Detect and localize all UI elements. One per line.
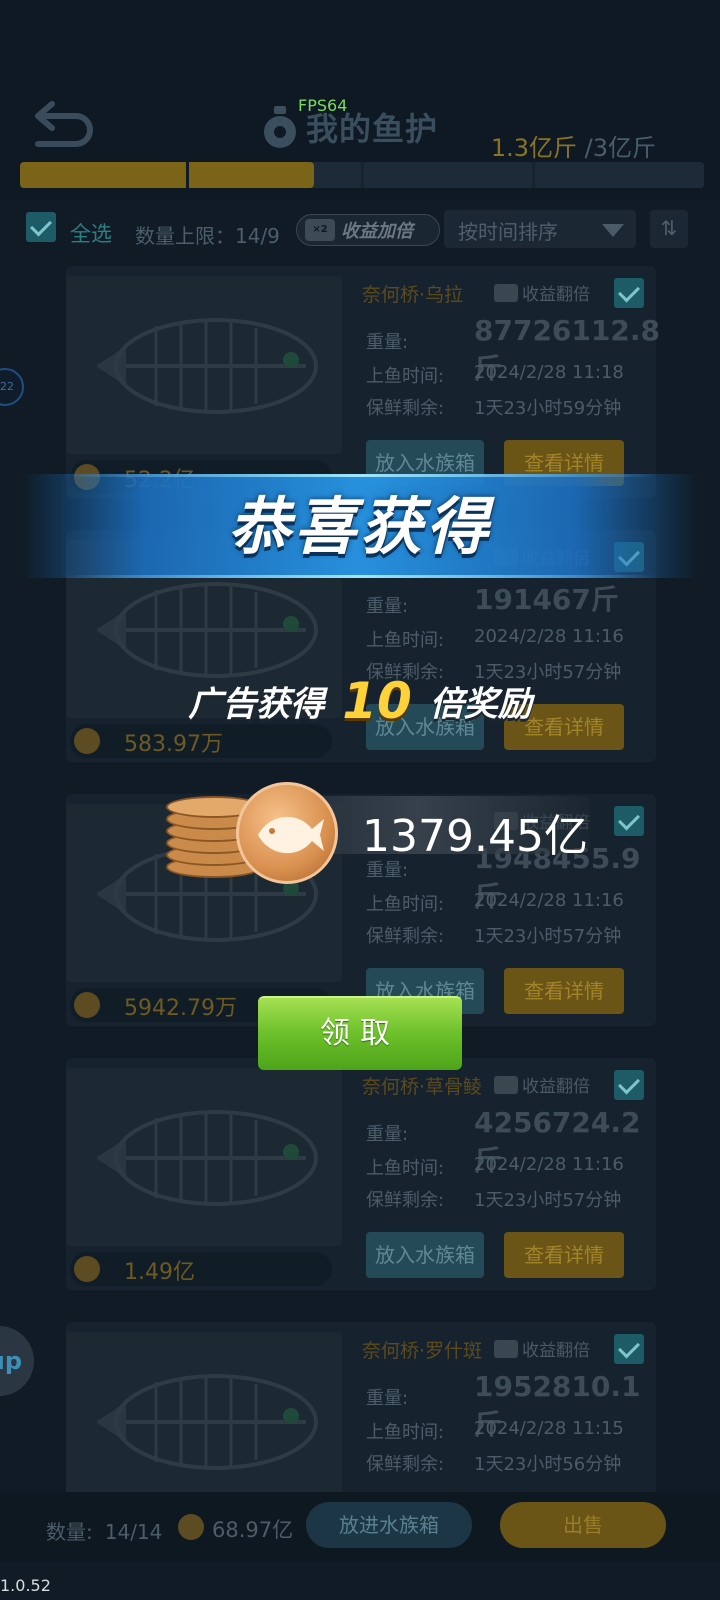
fish-catch-time: 2024/2/28 11:16	[474, 890, 624, 911]
sort-order-toggle[interactable]: ⇅	[650, 210, 688, 248]
chevron-down-icon	[602, 224, 624, 237]
coin-icon	[74, 728, 100, 754]
weight-label: 重量:	[366, 596, 409, 617]
fish-catch-time: 2024/2/28 11:15	[474, 1418, 624, 1439]
count-label: 数量:	[46, 1520, 93, 1544]
fish-catch-time: 2024/2/28 11:16	[474, 1154, 624, 1175]
freshness-label: 保鲜剩余:	[366, 1454, 445, 1475]
fish-card[interactable]: 52.2亿奈何桥·乌拉收益翻倍重量:87726112.8斤上鱼时间:2024/2…	[66, 266, 660, 498]
fish-skeleton-icon	[96, 318, 318, 414]
catch-time-label: 上鱼时间:	[366, 894, 445, 915]
catch-time-label: 上鱼时间:	[366, 630, 445, 651]
coin-icon	[178, 1514, 204, 1540]
bottom-bar: 数量: 14/14 68.97亿 放进水族箱 出售	[0, 1492, 720, 1562]
coin-icon	[74, 1256, 100, 1282]
side-level-badge[interactable]: 22	[0, 368, 24, 406]
coin-icon	[74, 992, 100, 1018]
fish-weight: 191467斤	[474, 583, 619, 616]
fish-name: 奈何桥·乌拉	[362, 284, 464, 306]
fish-name: 奈何桥·罗什斑	[362, 1340, 483, 1362]
fish-price-value: 583.97万	[124, 732, 223, 757]
freshness-label: 保鲜剩余:	[366, 926, 445, 947]
fish-thumbnail[interactable]	[66, 1068, 342, 1246]
fish-select-checkbox[interactable]	[614, 806, 644, 836]
freshness-label: 保鲜剩余:	[366, 398, 445, 419]
fish-thumbnail[interactable]	[66, 276, 342, 454]
version-label: 1.0.52	[0, 1576, 51, 1595]
fish-freshness: 1天23小时56分钟	[474, 1454, 622, 1475]
claim-button[interactable]: 领取	[258, 996, 462, 1070]
fish-select-checkbox[interactable]	[614, 1334, 644, 1364]
sort-dropdown-label: 按时间排序	[458, 220, 558, 244]
double-income-label: 收益翻倍	[522, 285, 590, 305]
double-income-label: 收益翻倍	[522, 1341, 590, 1361]
fish-catch-time: 2024/2/28 11:18	[474, 362, 624, 383]
reward-title: 恭喜获得	[227, 490, 492, 563]
reward-amount: 1379.45亿	[362, 811, 588, 862]
weight-label: 重量:	[366, 1124, 409, 1145]
income-boost-button[interactable]: ×2 收益加倍	[296, 214, 440, 246]
fish-bag-screen: 我的鱼护 FPS64 1.3亿斤 /3亿斤 全选 数量上限：14/9 ×2 收益…	[0, 0, 720, 1600]
fish-net-bag-icon	[264, 106, 296, 148]
fish-price-value: 5942.79万	[124, 996, 237, 1021]
fish-price: 1.49亿	[70, 1252, 332, 1286]
select-all-label[interactable]: 全选	[70, 218, 112, 248]
side-up-button[interactable]: up	[0, 1326, 34, 1396]
capacity-readout: 1.3亿斤 /3亿斤	[491, 128, 656, 163]
total-value: 68.97亿	[212, 1518, 294, 1542]
view-details-button[interactable]: 查看详情	[504, 1232, 624, 1278]
capacity-progress-fill	[20, 162, 315, 188]
to-aquarium-button[interactable]: 放入水族箱	[366, 1232, 484, 1278]
page-title-group: 我的鱼护	[262, 104, 438, 150]
weight-label: 重量:	[366, 1388, 409, 1409]
sort-dropdown[interactable]: 按时间排序	[444, 210, 636, 248]
double-coin-icon	[494, 283, 518, 302]
capacity-total: /3亿斤	[584, 134, 656, 162]
weight-label: 重量:	[366, 332, 409, 353]
fps-counter: FPS64	[298, 96, 348, 115]
capacity-current: 1.3亿斤	[490, 134, 577, 162]
double-coin-icon	[494, 1339, 518, 1358]
fish-freshness: 1天23小时57分钟	[474, 926, 622, 947]
put-in-aquarium-button[interactable]: 放进水族箱	[306, 1502, 472, 1548]
fish-skeleton-icon	[96, 1110, 318, 1206]
fish-coin-icon	[236, 782, 338, 884]
capacity-progress-bar	[20, 162, 704, 188]
fish-select-checkbox[interactable]	[614, 1070, 644, 1100]
fish-select-checkbox[interactable]	[614, 278, 644, 308]
header: 我的鱼护 FPS64 1.3亿斤 /3亿斤	[0, 0, 720, 200]
double-coin-icon: ×2	[305, 219, 335, 241]
catch-time-label: 上鱼时间:	[366, 1158, 445, 1179]
double-income-badge[interactable]: 收益翻倍	[494, 280, 590, 305]
reward-description: 广告获得 10 倍奖励	[0, 672, 720, 730]
double-income-badge[interactable]: 收益翻倍	[494, 1072, 590, 1097]
double-coin-icon	[494, 1075, 518, 1094]
view-details-button[interactable]: 查看详情	[504, 968, 624, 1014]
reward-line-suffix: 倍奖励	[429, 684, 532, 725]
fish-skeleton-icon	[96, 1374, 318, 1470]
sell-button[interactable]: 出售	[500, 1502, 666, 1548]
count-readout: 数量: 14/14	[46, 1516, 162, 1545]
income-boost-label: 收益加倍	[341, 221, 413, 242]
fish-card[interactable]: 1.49亿 奈何桥·草骨鲮 收益翻倍 重量: 4256724.2斤 上鱼时间: 2024/2…	[66, 1058, 656, 1290]
select-all-checkbox[interactable]	[26, 212, 56, 242]
double-income-badge[interactable]: 收益翻倍	[494, 1336, 590, 1361]
double-income-label: 收益翻倍	[522, 1077, 590, 1097]
catch-time-label: 上鱼时间:	[366, 366, 445, 387]
fish-price-value: 1.49亿	[124, 1260, 195, 1285]
fish-freshness: 1天23小时57分钟	[474, 1190, 622, 1211]
freshness-label: 保鲜剩余:	[366, 1190, 445, 1211]
back-arrow-icon[interactable]	[30, 98, 94, 148]
fish-catch-time: 2024/2/28 11:16	[474, 626, 624, 647]
catch-time-label: 上鱼时间:	[366, 1422, 445, 1443]
fish-thumbnail[interactable]	[66, 1332, 342, 1510]
fish-name: 奈何桥·草骨鲮	[362, 1076, 483, 1098]
count-value: 14/14	[104, 1520, 163, 1544]
quantity-limit: 数量上限：14/9	[135, 224, 280, 248]
fish-freshness: 1天23小时59分钟	[474, 398, 622, 419]
reward-multiplier: 10	[342, 672, 412, 730]
reward-line-prefix: 广告获得	[188, 684, 325, 725]
